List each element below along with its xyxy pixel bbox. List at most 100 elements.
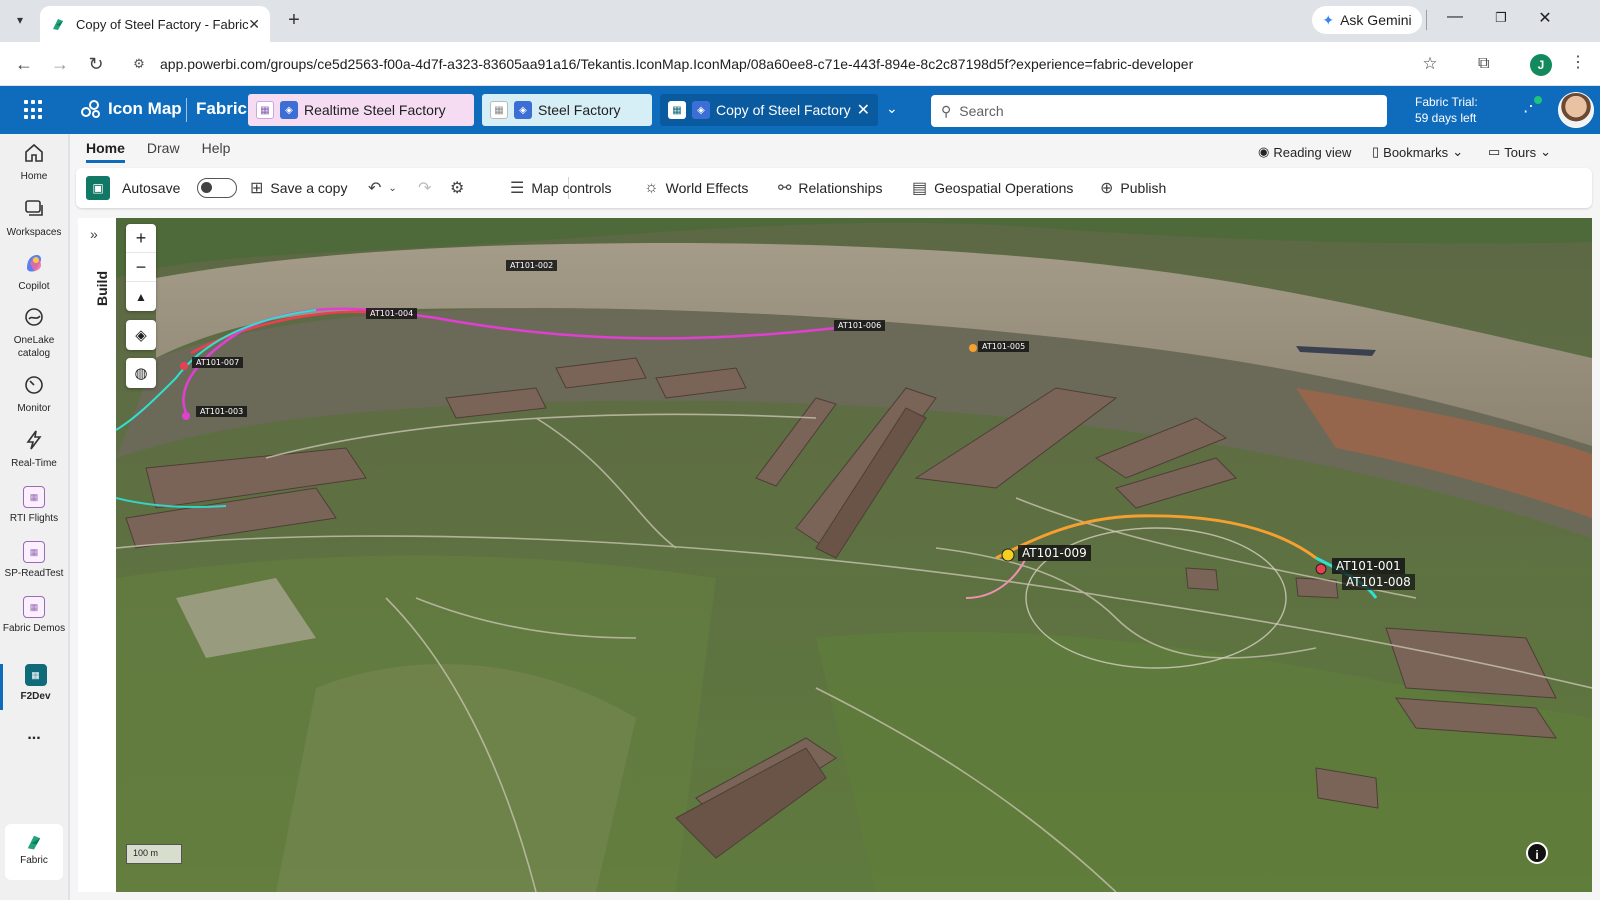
chevron-down-icon[interactable]: ⌄: [886, 100, 898, 117]
rail-item-f2dev[interactable]: ▦ F2Dev: [0, 664, 68, 710]
rail-item-rti-flights[interactable]: ▦ RTI Flights: [0, 486, 68, 525]
search-input[interactable]: ⚲ Search: [931, 95, 1387, 127]
extensions-icon[interactable]: ⧉: [1478, 55, 1489, 73]
close-tab-icon[interactable]: ✕: [248, 16, 260, 33]
redo-button[interactable]: ↷: [418, 168, 431, 208]
icon-map-brand[interactable]: Icon Map: [80, 98, 182, 120]
map-label[interactable]: AT101-007: [192, 357, 244, 368]
map-label[interactable]: AT101-001: [1332, 558, 1405, 574]
back-arrow-icon[interactable]: ←: [12, 52, 36, 76]
rail-item-fabric-demos[interactable]: ▦ Fabric Demos: [0, 596, 68, 635]
tab-label: Realtime Steel Factory: [304, 102, 446, 118]
onelake-catalog-icon: [25, 308, 43, 326]
vehicle-marker[interactable]: [182, 412, 190, 420]
tours-button[interactable]: ▭ Tours ⌄: [1488, 144, 1551, 160]
fabric-experience-switcher[interactable]: Fabric: [5, 824, 63, 880]
map-label[interactable]: AT101-004: [366, 308, 418, 319]
rail-item-monitor[interactable]: Monitor: [0, 372, 68, 415]
map-label[interactable]: AT101-006: [834, 320, 886, 331]
globe-button[interactable]: ◍: [126, 358, 156, 388]
new-tab-icon[interactable]: +: [282, 9, 306, 32]
save-copy-button[interactable]: ⊞ Save a copy: [250, 168, 347, 208]
search-placeholder: Search: [959, 103, 1004, 119]
tab-copy-of-steel-factory[interactable]: ▦ ◈ Copy of Steel Factory ✕: [660, 94, 878, 126]
rail-item-label: F2Dev: [20, 691, 51, 702]
world-effects-button[interactable]: ☼ World Effects: [644, 168, 748, 208]
save-icon[interactable]: ▣: [86, 176, 110, 200]
map-controls-button[interactable]: ☰ Map controls: [510, 168, 612, 208]
ask-gemini-button[interactable]: ✦ Ask Gemini: [1312, 6, 1422, 34]
geospatial-operations-button[interactable]: ▤ Geospatial Operations: [912, 168, 1073, 208]
map-label[interactable]: AT101-002: [506, 260, 558, 271]
vehicle-marker[interactable]: [969, 344, 977, 352]
map-label[interactable]: AT101-005: [978, 341, 1030, 352]
lightning-icon: [26, 430, 42, 450]
publish-button[interactable]: ⊕ Publish: [1100, 168, 1166, 208]
tab-search-chevron-icon[interactable]: ▾: [8, 8, 32, 32]
tab-draw[interactable]: Draw: [147, 140, 180, 163]
publish-label: Publish: [1120, 180, 1167, 196]
rail-item-sp-readtest[interactable]: ▦ SP-ReadTest: [0, 541, 68, 580]
map-view[interactable]: AT101-002 AT101-004 AT101-006 AT101-005 …: [116, 218, 1592, 892]
profile-avatar[interactable]: J: [1530, 54, 1552, 76]
vehicle-marker[interactable]: [1315, 563, 1327, 575]
gemini-sparkle-icon: ✦: [1322, 11, 1335, 28]
close-window-icon[interactable]: ✕: [1522, 8, 1568, 28]
rail-item-copilot[interactable]: Copilot: [0, 250, 68, 293]
rail-item-workspaces[interactable]: Workspaces: [0, 196, 68, 239]
user-avatar[interactable]: [1558, 92, 1594, 128]
reading-view-label: Reading view: [1273, 144, 1352, 160]
tab-home[interactable]: Home: [86, 140, 125, 163]
zoom-out-button[interactable]: −: [126, 253, 156, 282]
browser-toolbar: ← → ↻ ⚙ app.powerbi.com/groups/ce5d2563-…: [0, 42, 1600, 86]
info-icon[interactable]: i: [1526, 842, 1548, 864]
tab-help[interactable]: Help: [202, 140, 231, 163]
window-controls-divider: [1426, 10, 1427, 30]
vehicle-marker[interactable]: [1001, 548, 1015, 562]
address-bar[interactable]: ⚙ app.powerbi.com/groups/ce5d2563-f00a-4…: [120, 47, 1445, 81]
forward-arrow-icon[interactable]: →: [48, 52, 72, 76]
reload-icon[interactable]: ↻: [84, 52, 108, 76]
site-settings-icon[interactable]: ⚙: [128, 53, 150, 75]
url-text[interactable]: app.powerbi.com/groups/ce5d2563-f00a-4d7…: [160, 56, 1415, 72]
app-launcher-icon[interactable]: [24, 100, 44, 120]
vehicle-marker[interactable]: [180, 362, 188, 370]
layers-button[interactable]: ◈: [126, 320, 156, 350]
map-label[interactable]: AT101-008: [1342, 574, 1415, 590]
close-icon[interactable]: ✕: [857, 100, 870, 120]
bookmark-star-icon[interactable]: ☆: [1415, 54, 1445, 74]
left-navigation-rail: Home Workspaces Copilot OneLake catalog …: [0, 134, 68, 900]
expand-chevron-icon[interactable]: »: [90, 226, 98, 242]
browser-tab[interactable]: Copy of Steel Factory - Fabric ✕: [40, 6, 270, 42]
more-icon[interactable]: ...: [0, 727, 68, 743]
rail-item-home[interactable]: Home: [0, 140, 68, 183]
copilot-icon: [27, 255, 41, 272]
reading-view-button[interactable]: ◉ Reading view: [1258, 144, 1351, 160]
undo-button[interactable]: ↶ ⌄: [368, 168, 397, 208]
map-label[interactable]: AT101-003: [196, 406, 248, 417]
zoom-in-button[interactable]: +: [126, 224, 156, 253]
browser-menu-icon[interactable]: ⋮: [1570, 52, 1586, 72]
rail-item-real-time[interactable]: Real-Time: [0, 427, 68, 470]
compass-reset-button[interactable]: ▲: [126, 282, 156, 311]
relationships-button[interactable]: ⚯ Relationships: [778, 168, 882, 208]
autosave-toggle[interactable]: Autosave: [122, 168, 238, 208]
tab-realtime-steel-factory[interactable]: ▦ ◈ Realtime Steel Factory: [248, 94, 474, 126]
rail-item-label: RTI Flights: [9, 513, 59, 524]
bookmarks-label: Bookmarks: [1383, 144, 1449, 160]
rail-item-label: Copilot: [18, 281, 50, 292]
minimize-icon[interactable]: —: [1432, 8, 1478, 26]
tab-steel-factory[interactable]: ▦ ◈ Steel Factory: [482, 94, 652, 126]
restore-icon[interactable]: ❐: [1478, 10, 1524, 26]
build-panel-label[interactable]: Build: [94, 266, 110, 306]
build-panel: » Build: [78, 218, 116, 892]
map-label[interactable]: AT101-009: [1018, 545, 1091, 561]
rail-item-onelake-catalog[interactable]: OneLake catalog: [0, 304, 68, 360]
product-name[interactable]: Fabric: [196, 99, 247, 119]
relationships-label: Relationships: [798, 180, 883, 196]
bookmarks-button[interactable]: ▯ Bookmarks ⌄: [1372, 144, 1463, 160]
autosave-switch[interactable]: [197, 178, 238, 198]
rail-item-label: Monitor: [17, 403, 51, 414]
settings-button[interactable]: ⚙: [450, 168, 464, 208]
trial-status[interactable]: Fabric Trial: 59 days left: [1415, 94, 1478, 126]
